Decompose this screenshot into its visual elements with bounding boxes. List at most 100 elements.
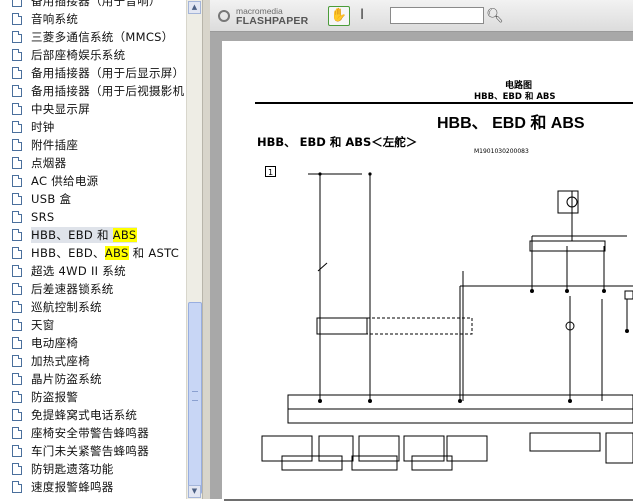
toc-label-text: 晶片防盗系统 [31,372,102,386]
toc-label-text: 车门未关紧警告蜂鸣器 [31,444,149,458]
toc-item-label: 后部座椅娱乐系统 [31,47,125,63]
toc-item[interactable]: 备用插接器（用于后显示屏） [0,64,186,82]
toc-item[interactable]: 点烟器 [0,154,186,172]
toc-label-text: 超选 4WD II 系统 [31,264,126,278]
toc-item[interactable]: HBB、EBD 和 ABS [0,226,186,244]
document-icon [12,247,22,259]
toc-item[interactable]: 时钟 [0,118,186,136]
text-select-tool-button[interactable]: I [360,7,364,23]
toc-item-label: AC 供给电源 [31,173,98,189]
scroll-up-arrow-icon[interactable]: ▲ [188,1,201,14]
toc-item[interactable]: 车门未关紧警告蜂鸣器 [0,442,186,460]
toc-list: 备用插接器（用于音响） 音响系统三菱多通信系统（MMCS） 后部座椅娱乐系统备用插接… [0,0,186,496]
toc-item-label: 加热式座椅 [31,353,90,369]
document-icon [12,49,22,61]
search-input[interactable] [390,7,484,24]
toc-item[interactable]: 防钥匙遗落功能 [0,460,186,478]
toc-item[interactable]: AC 供给电源 [0,172,186,190]
toc-item[interactable]: 备用插接器（用于后视摄影机 [0,82,186,100]
toc-item[interactable]: 天窗 [0,316,186,334]
document-icon [12,85,22,97]
hand-icon: ✋ [330,8,348,23]
toc-item-label: 点烟器 [31,155,66,171]
toc-item-label: 时钟 [31,119,55,135]
toc-label-text: 点烟器 [31,156,67,170]
document-icon [12,445,22,457]
document-icon [12,391,22,403]
toc-item[interactable]: 音响系统 [0,10,186,28]
toc-item[interactable]: 座椅安全带警告蜂鸣器 [0,424,186,442]
toc-panel: 备用插接器（用于音响） 音响系统三菱多通信系统（MMCS） 后部座椅娱乐系统备用插接… [0,0,186,499]
document-icon [12,0,22,7]
toc-item[interactable]: 加热式座椅 [0,352,186,370]
document-icon [12,427,22,439]
toc-item[interactable]: 电动座椅 [0,334,186,352]
toc-item[interactable]: 后差速器锁系统 [0,280,186,298]
toc-scrollbar[interactable]: ▲ ▼ [186,0,202,499]
toc-item-label: 备用插接器（用于后显示屏） [31,65,184,81]
document-icon [12,355,22,367]
toc-label-text: 加热式座椅 [31,354,90,368]
macromedia-logo-icon [218,10,230,22]
toc-item[interactable]: 附件插座 [0,136,186,154]
toc-item[interactable]: HBB、EBD、ABS 和 ASTC [0,244,186,262]
toc-label-text: 防盗报警 [31,390,79,404]
document-icon [12,373,22,385]
toc-item-label: HBB、EBD 和 ABS [31,227,137,243]
document-icon [12,319,22,331]
document-icon [12,283,22,295]
toc-item[interactable]: 晶片防盗系统 [0,370,186,388]
toc-label-text: 巡航控制系统 [31,300,102,314]
toc-label-text: 后部座椅娱乐系统 [31,48,126,62]
toc-item[interactable]: SRS [0,208,186,226]
toc-item[interactable]: 巡航控制系统 [0,298,186,316]
toc-item[interactable]: 速度报警蜂鸣器 [0,478,186,496]
toc-item-label: 天窗 [31,317,55,333]
document-icon [12,103,22,115]
document-icon [12,337,22,349]
toc-label-text: HBB、EBD、 [31,246,105,260]
toc-item-label: 超选 4WD II 系统 [31,263,126,279]
toc-item[interactable]: USB 盒 [0,190,186,208]
toc-item[interactable]: 防盗报警 [0,388,186,406]
flashpaper-viewer: macromedia FLASHPAPER ✋ I 🔍︎ 电路图 HBB、EBD… [210,0,633,501]
toc-item[interactable]: 超选 4WD II 系统 [0,262,186,280]
document-icon [12,301,22,313]
document-icon [12,175,22,187]
toc-item[interactable]: 后部座椅娱乐系统 [0,46,186,64]
document-icon [12,121,22,133]
toc-item-label: 后差速器锁系统 [31,281,114,297]
toc-label-text: 三菱多通信系统（MMCS） [31,30,174,44]
toc-label-text: AC 供给电源 [31,174,99,188]
document-icon [12,481,22,493]
toc-item-label: USB 盒 [31,191,71,207]
toc-item[interactable]: 免提蜂窝式电话系统 [0,406,186,424]
search-button[interactable]: 🔍︎ [485,6,505,26]
toc-item-label: 巡航控制系统 [31,299,102,315]
scrollbar-thumb[interactable] [188,302,202,494]
toc-item[interactable]: 三菱多通信系统（MMCS） [0,28,186,46]
document-icon [12,409,22,421]
toc-item-label: 电动座椅 [31,335,78,351]
toc-label-text: 备用插接器（用于后视摄影机 [31,84,185,98]
magnifier-icon: 🔍︎ [486,8,504,24]
toc-label-text: HBB、EBD 和 [31,228,113,242]
toc-item-label: 车门未关紧警告蜂鸣器 [31,443,149,459]
toc-item[interactable]: 备用插接器（用于音响） [0,0,186,10]
toc-item-label: 附件插座 [31,137,78,153]
toc-item-label: 防盗报警 [31,389,78,405]
hand-tool-button[interactable]: ✋ [328,6,350,26]
pane-splitter[interactable] [202,0,210,499]
scroll-down-arrow-icon[interactable]: ▼ [188,485,201,498]
toc-label-text: 附件插座 [31,138,79,152]
brand-line2: FLASHPAPER [236,15,309,27]
toc-item-label: 座椅安全带警告蜂鸣器 [31,425,149,441]
document-icon [12,31,22,43]
search-highlight: ABS [104,246,129,260]
toc-item-label: SRS [31,210,55,224]
grip-icon [192,391,198,401]
toc-label-suffix: 和 ASTC [128,246,180,260]
toc-item[interactable]: 中央显示屏 [0,100,186,118]
document-icon [12,67,22,79]
search-highlight: ABS [112,228,137,242]
